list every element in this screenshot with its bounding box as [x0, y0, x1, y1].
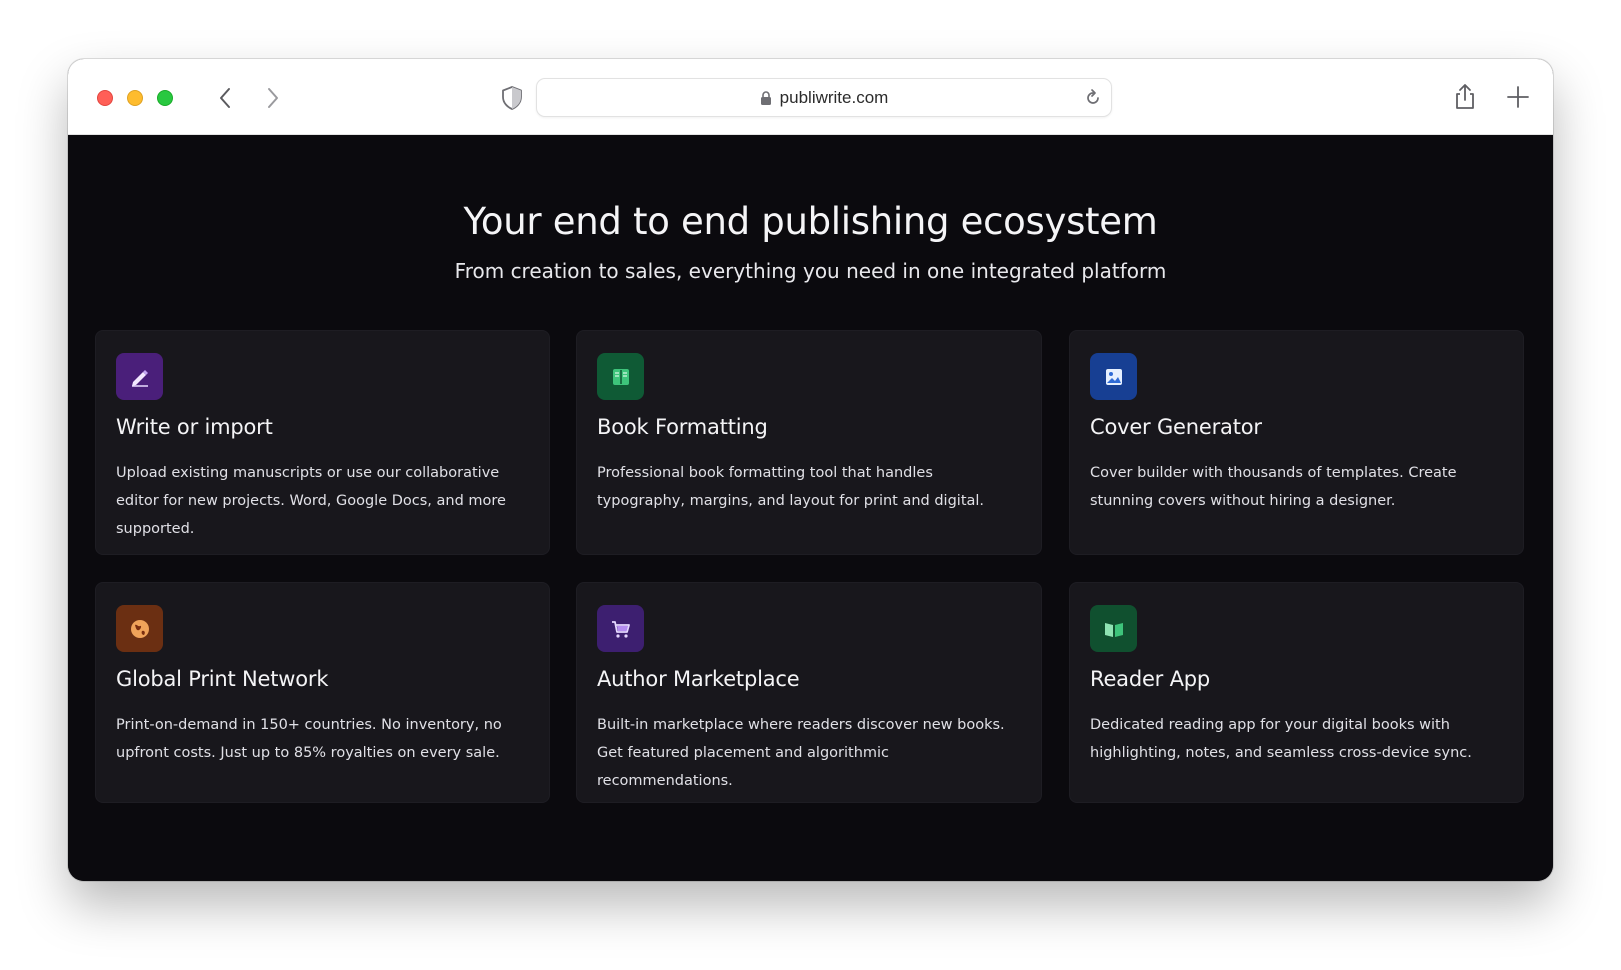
- new-tab-button[interactable]: [1503, 82, 1533, 112]
- feature-icon-box: [1090, 605, 1137, 652]
- zoom-window-button[interactable]: [157, 90, 173, 106]
- page-content: Your end to end publishing ecosystem Fro…: [68, 135, 1553, 881]
- feature-description: Dedicated reading app for your digital b…: [1090, 717, 1472, 761]
- globe-icon: [130, 619, 149, 638]
- feature-title: Cover Generator: [1090, 415, 1262, 439]
- feature-icon-box: [116, 605, 163, 652]
- forward-button[interactable]: [260, 85, 286, 111]
- feature-card-book-formatting[interactable]: Book Formatting Professional book format…: [576, 330, 1042, 555]
- share-icon: [1456, 84, 1474, 109]
- chevron-right-icon: [268, 88, 278, 108]
- feature-icon-box: [1090, 353, 1137, 400]
- feature-card-reader-app[interactable]: Reader App Dedicated reading app for you…: [1069, 582, 1524, 803]
- minimize-window-button[interactable]: [127, 90, 143, 106]
- feature-icon-box: [116, 353, 163, 400]
- feature-title: Author Marketplace: [597, 667, 800, 691]
- feature-description: Upload existing manuscripts or use our c…: [116, 465, 506, 537]
- feature-description: Cover builder with thousands of template…: [1090, 465, 1457, 509]
- back-button[interactable]: [212, 85, 238, 111]
- feature-description: Built-in marketplace where readers disco…: [597, 717, 1005, 789]
- reload-icon: [1087, 89, 1099, 104]
- feature-card-cover-generator[interactable]: Cover Generator Cover builder with thous…: [1069, 330, 1524, 555]
- shield-icon: [502, 86, 522, 110]
- share-button[interactable]: [1450, 82, 1480, 112]
- privacy-shield-button[interactable]: [500, 85, 524, 111]
- feature-card-global-print[interactable]: Global Print Network Print-on-demand in …: [95, 582, 550, 803]
- feature-title: Reader App: [1090, 667, 1211, 691]
- lock-icon: [760, 90, 771, 105]
- feature-description: Print-on-demand in 150+ countries. No in…: [116, 717, 502, 761]
- pen-icon: [131, 369, 148, 387]
- page-title: Your end to end publishing ecosystem: [463, 200, 1158, 243]
- address-bar[interactable]: publiwrite.com: [536, 78, 1112, 117]
- feature-title: Global Print Network: [116, 667, 329, 691]
- open-book-icon: [1104, 622, 1123, 637]
- reload-button[interactable]: [1083, 88, 1103, 108]
- image-icon: [1105, 368, 1122, 385]
- feature-title: Write or import: [116, 415, 273, 439]
- page-subtitle: From creation to sales, everything you n…: [454, 259, 1167, 283]
- chevron-left-icon: [220, 88, 230, 108]
- feature-icon-box: [597, 353, 644, 400]
- feature-icon-box: [597, 605, 644, 652]
- feature-title: Book Formatting: [597, 415, 768, 439]
- browser-toolbar: publiwrite.com: [68, 59, 1553, 135]
- feature-card-author-marketplace[interactable]: Author Marketplace Built-in marketplace …: [576, 582, 1042, 803]
- book-icon: [612, 368, 629, 385]
- close-window-button[interactable]: [97, 90, 113, 106]
- feature-description: Professional book formatting tool that h…: [597, 465, 985, 509]
- plus-icon: [1507, 86, 1529, 108]
- browser-window: publiwrite.com Your end to end publishin…: [68, 59, 1553, 881]
- url-text: publiwrite.com: [779, 87, 889, 107]
- feature-card-write-import[interactable]: Write or import Upload existing manuscri…: [95, 330, 550, 555]
- cart-icon: [611, 620, 630, 638]
